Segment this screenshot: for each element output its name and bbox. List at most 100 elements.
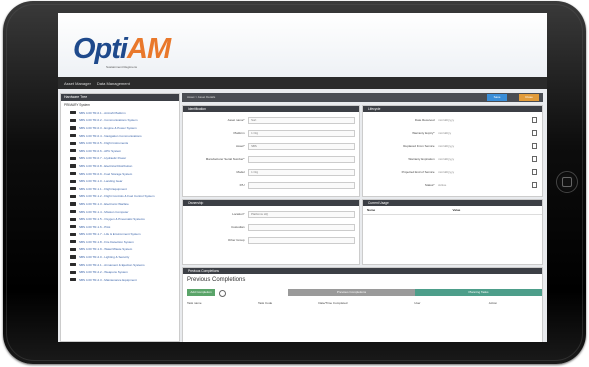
- field-label: Asset name*: [227, 118, 245, 122]
- col-task-name[interactable]: Task name: [187, 301, 258, 305]
- input-field[interactable]: [248, 223, 355, 231]
- tree-item[interactable]: SBS 4.00 TR-1.8 - Fire Detection System: [61, 238, 179, 246]
- calendar-icon[interactable]: [531, 182, 537, 188]
- tree-item[interactable]: SBS 4.00 TR-1.0 - Landing Gear: [61, 177, 179, 185]
- tree-item-label: SBS 4.00 TR-1.7 - Life & Environment Sys…: [79, 232, 141, 237]
- field-label: Status*: [424, 183, 435, 187]
- date-field[interactable]: mm/dd/yyyy: [438, 170, 454, 174]
- col-action[interactable]: Action: [489, 301, 497, 305]
- calendar-icon[interactable]: [531, 143, 537, 149]
- tree-item[interactable]: SBS 4.00 TR-0.9 - Fuel Storage System: [61, 170, 179, 178]
- usage-col-value: Value: [452, 208, 461, 212]
- tree-item[interactable]: SBS 4.00 TR-0.2 - Communications System: [61, 117, 179, 125]
- input-field[interactable]: [248, 236, 355, 244]
- tree-item[interactable]: SBS 4.00 TR-2.0 - Lighting & Security: [61, 253, 179, 261]
- tree-item[interactable]: SBS 4.00 TR-0.8 - Electrical Distributio…: [61, 162, 179, 170]
- tree-item[interactable]: SBS 4.00 TR-2.1 - Armament & Ejection Sy…: [61, 261, 179, 269]
- node-icon: [70, 126, 76, 130]
- col-task-code[interactable]: Task Code: [258, 301, 318, 305]
- tree-item[interactable]: SBS 4.00 TR-0.6 - APU System: [61, 147, 179, 155]
- node-icon: [70, 111, 76, 115]
- input-field[interactable]: [248, 155, 355, 163]
- node-icon: [70, 141, 76, 145]
- node-icon: [70, 270, 76, 274]
- tree-item[interactable]: SBS 4.00 TR-1.9 - Water/Waste System: [61, 246, 179, 254]
- node-icon: [70, 179, 76, 183]
- col-user[interactable]: User: [414, 301, 489, 305]
- tab-planning-tasks[interactable]: Planning Tasks: [415, 289, 542, 296]
- tree-item[interactable]: SBS 4.00 TR-2.2 - Weapons System: [61, 268, 179, 276]
- form-row: Date Received mm/dd/yyyy: [363, 116, 542, 123]
- calendar-icon[interactable]: [531, 156, 537, 162]
- node-icon: [70, 133, 76, 138]
- nav-data-management[interactable]: Data Management: [97, 81, 130, 86]
- col-date-completed[interactable]: Date/Time Completed: [318, 301, 414, 305]
- tree-item[interactable]: SBS 4.00 TR-1.1 - Flight Equipment: [61, 185, 179, 193]
- tree-item-label: SBS 4.00 TR-2.2 - Weapons System: [79, 270, 128, 275]
- date-field[interactable]: Active: [438, 183, 446, 187]
- hardware-tree: Hardware Tree PRIMARY System SBS 4.00 TR…: [60, 93, 180, 342]
- field-label: Manufacturer Serial Number*: [205, 157, 245, 161]
- input-field[interactable]: 1 Org: [248, 129, 355, 137]
- node-icon: [70, 118, 76, 122]
- node-icon: [70, 209, 76, 214]
- tree-item[interactable]: SBS 4.00 TR-2.3 - Maintenance Equipment: [61, 276, 179, 284]
- input-field[interactable]: 1 Org: [248, 168, 355, 176]
- previous-title: Previous Completions: [187, 277, 246, 283]
- tree-item-label: SBS 4.00 TR-1.1 - Flight Equipment: [79, 186, 127, 191]
- tab-previous-completions[interactable]: Previous Completions: [288, 289, 415, 296]
- previous-tabs: Previous Completions Planning Tasks: [288, 289, 542, 296]
- node-icon: [70, 217, 76, 221]
- form-row: Asset* SBS: [183, 142, 359, 150]
- tree-item-label: SBS 4.00 TR-1.4 - Mission Computer: [79, 209, 129, 214]
- node-icon: [70, 149, 76, 153]
- date-field[interactable]: mm/dd/yyyy: [438, 144, 454, 148]
- tree-item[interactable]: SBS 4.00 TR-0.7 - Hydraulic Power: [61, 155, 179, 163]
- tree-item[interactable]: SBS 4.00 TR-1.3 - Electronic Warfare: [61, 200, 179, 208]
- tree-item[interactable]: SBS 4.00 TR-0.5 - Flight Instruments: [61, 139, 179, 147]
- tree-item[interactable]: SBS 4.00 TR-1.7 - Life & Environment Sys…: [61, 231, 179, 239]
- input-field[interactable]: Platforms HQ: [248, 210, 355, 218]
- tree-item-label: SBS 4.00 TR-1.8 - Fire Detection System: [79, 239, 134, 244]
- tree-item[interactable]: SBS 4.00 TR-0.1 - Aircraft Platform: [61, 109, 179, 117]
- breadcrumb-bar: Asset > Asset Details Save Close: [182, 93, 543, 102]
- tree-root[interactable]: PRIMARY System: [61, 101, 179, 109]
- tree-item[interactable]: SBS 4.00 TR-1.6 - Pitot: [61, 223, 179, 231]
- node-icon: [70, 240, 76, 244]
- tree-item-label: SBS 4.00 TR-1.6 - Pitot: [79, 224, 111, 229]
- input-field[interactable]: [248, 181, 355, 189]
- tree-item[interactable]: SBS 4.00 TR-1.2 - Flight Controls & Fuel…: [61, 193, 179, 201]
- save-button[interactable]: Save: [487, 94, 507, 101]
- node-icon: [70, 263, 76, 267]
- date-field[interactable]: mm/dd/yyyy: [438, 118, 454, 122]
- input-field[interactable]: SBS: [248, 142, 355, 150]
- field-label: P/U: [239, 183, 245, 187]
- tree-item[interactable]: SBS 4.00 TR-1.4 - Mission Computer: [61, 208, 179, 216]
- tree-item-label: SBS 4.00 TR-0.2 - Communications System: [79, 118, 138, 123]
- app-screen: OptiAM Sustainment Regimens Asset Manage…: [58, 13, 547, 342]
- nav-asset-manager[interactable]: Asset Manager: [64, 81, 91, 86]
- ownership-panel: Ownership Location* Platforms HQ Custodian…: [182, 199, 360, 265]
- field-label: Warranty Expiry*: [412, 131, 435, 135]
- add-completion-button[interactable]: Add Completion: [187, 289, 215, 296]
- tree-item[interactable]: SBS 4.00 TR-0.3 - Engine & Power System: [61, 124, 179, 132]
- logo-tagline: Sustainment Regimens: [106, 65, 138, 69]
- node-icon: [70, 187, 76, 191]
- form-row: P/U: [183, 181, 359, 189]
- input-field[interactable]: Sort: [248, 116, 355, 124]
- calendar-icon[interactable]: [531, 169, 537, 175]
- close-button[interactable]: Close: [519, 94, 539, 101]
- tree-item-label: SBS 4.00 TR-0.9 - Fuel Storage System: [79, 171, 133, 176]
- calendar-icon[interactable]: [531, 117, 537, 123]
- field-label: Other Group: [227, 238, 245, 242]
- tree-item[interactable]: SBS 4.00 TR-1.5 - Oxygen & Pneumatic Sys…: [61, 215, 179, 223]
- date-field[interactable]: mm/dd/yyyy: [438, 157, 454, 161]
- date-field[interactable]: mm/dd/yy: [438, 131, 451, 135]
- info-icon[interactable]: [219, 290, 226, 297]
- node-icon: [70, 225, 76, 229]
- home-button[interactable]: [556, 171, 578, 193]
- tree-item[interactable]: SBS 4.00 TR-0.4 - Navigation Communicati…: [61, 132, 179, 140]
- calendar-icon[interactable]: [531, 130, 537, 136]
- tree-item-label: SBS 4.00 TR-1.9 - Water/Waste System: [79, 247, 133, 252]
- identification-fields: Asset name* Sort Platform 1 Org Asset* SBS Man…: [183, 112, 359, 196]
